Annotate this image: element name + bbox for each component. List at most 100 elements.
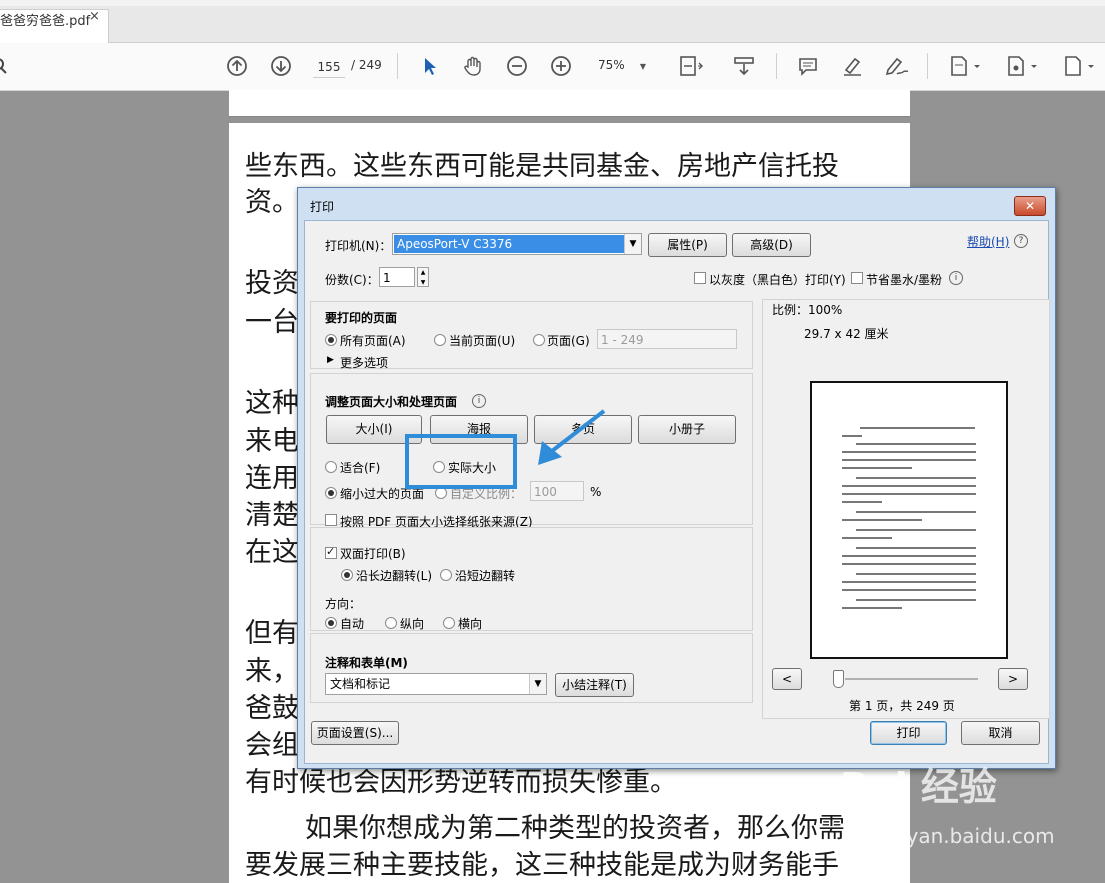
summarize-comments-button[interactable]: 小结注释(T) — [555, 673, 634, 697]
grayscale-checkbox[interactable] — [694, 272, 706, 284]
preview-slider-track[interactable] — [845, 678, 978, 680]
help-link[interactable]: 帮助(H) — [967, 233, 1009, 250]
info-icon[interactable]: i — [949, 271, 963, 285]
page-total: / 249 — [351, 58, 382, 72]
duplex-label[interactable]: 双面打印(B) — [340, 545, 406, 562]
preview-next-button[interactable]: > — [998, 668, 1028, 690]
pdf-text-line: 资。 — [245, 187, 299, 218]
radio-orient-landscape[interactable] — [443, 617, 455, 629]
chevron-down-icon[interactable]: ▼ — [636, 52, 650, 80]
sign-icon[interactable] — [882, 52, 910, 80]
radio-fit-label[interactable]: 适合(F) — [340, 459, 380, 476]
radio-orient-portrait-label[interactable]: 纵向 — [400, 615, 424, 632]
duplex-checkbox[interactable] — [325, 545, 337, 559]
fit-page-icon[interactable] — [674, 52, 710, 80]
radio-fit[interactable] — [325, 461, 337, 473]
printer-label: 打印机(N)： — [325, 239, 392, 253]
scroll-mode-icon[interactable] — [731, 52, 757, 80]
radio-all-pages-label[interactable]: 所有页面(A) — [340, 332, 406, 349]
info-icon[interactable]: i — [472, 394, 486, 408]
save-ink-checkbox[interactable] — [851, 272, 863, 284]
custom-scale-input[interactable]: 100 — [530, 481, 584, 501]
paper-source-checkbox[interactable] — [325, 514, 337, 526]
help-icon[interactable]: ? — [1014, 234, 1028, 248]
sizing-group-title: 调整页面大小和处理页面 — [325, 395, 458, 409]
printer-select[interactable]: ApeosPort-V C3376 ▼ — [392, 233, 642, 255]
chevron-down-icon: ▼ — [624, 234, 641, 254]
pdf-text-line: 如果你想成为第二种类型的投资者，那么你需 — [305, 813, 845, 844]
preview-prev-button[interactable]: < — [772, 668, 802, 690]
radio-orient-landscape-label[interactable]: 横向 — [458, 615, 482, 632]
expand-icon[interactable]: ▶ — [327, 355, 334, 365]
save-ink-label: 节省墨水/墨粉 — [866, 273, 943, 287]
search-icon[interactable] — [0, 52, 12, 80]
pdf-text-line: 来， — [245, 656, 299, 687]
watermark-logo: Bai 经验 — [840, 765, 997, 809]
page-menu-icon[interactable] — [1060, 52, 1098, 80]
previous-page-icon[interactable] — [224, 52, 250, 80]
paper-size-label: 29.7 x 42 厘米 — [804, 327, 889, 341]
print-preview-page — [810, 381, 1008, 659]
dialog-title: 打印 — [310, 200, 335, 214]
radio-current-page-label[interactable]: 当前页面(U) — [449, 332, 515, 349]
radio-flip-short-label[interactable]: 沿短边翻转 — [455, 567, 515, 584]
export-menu-icon[interactable] — [1003, 52, 1041, 80]
radio-current-page[interactable] — [434, 334, 446, 346]
zoom-level[interactable]: 75% — [598, 58, 625, 72]
copies-input[interactable]: 1 — [379, 267, 415, 287]
radio-pages[interactable] — [533, 334, 545, 346]
zoom-out-icon[interactable] — [504, 52, 530, 80]
pdf-text-line: 这种 — [245, 388, 299, 419]
toolbar: 155 / 249 75% ▼ — [0, 43, 1105, 91]
pdf-text-line: 清楚 — [245, 500, 299, 531]
tab-title[interactable]: 爸爸穷爸爸.pdf — [0, 10, 90, 29]
highlight-icon[interactable] — [840, 52, 864, 80]
radio-orient-auto-label[interactable]: 自动 — [340, 615, 364, 632]
arrow-icon — [538, 409, 606, 465]
page-range-input[interactable]: 1 - 249 — [597, 329, 737, 349]
pdf-text-line: 些东西。这些东西可能是共同基金、房地产信托投 — [245, 151, 839, 182]
pdf-text-line: 但有 — [245, 618, 299, 649]
select-tool-icon[interactable] — [418, 52, 442, 80]
preview-slider-handle[interactable] — [833, 670, 844, 688]
pages-group-title: 要打印的页面 — [325, 311, 398, 325]
percent-label: % — [590, 485, 602, 499]
print-button[interactable]: 打印 — [870, 721, 947, 745]
toolbar-divider — [397, 53, 398, 79]
document-menu-icon[interactable] — [946, 52, 984, 80]
radio-flip-short[interactable] — [440, 569, 452, 581]
copies-stepper[interactable]: ▲ ▼ — [417, 267, 429, 287]
comments-title: 注释和表单(M) — [325, 656, 408, 670]
advanced-button[interactable]: 高级(D) — [732, 233, 811, 257]
tab-close-icon[interactable]: × — [89, 9, 100, 24]
comment-icon[interactable] — [796, 52, 820, 80]
radio-flip-long[interactable] — [341, 569, 353, 581]
comments-select[interactable]: 文档和标记 ▼ — [325, 673, 547, 695]
printer-value: ApeosPort-V C3376 — [394, 235, 627, 253]
pdf-text-line: 爸鼓 — [245, 693, 299, 724]
chevron-down-icon: ▼ — [529, 674, 546, 694]
highlight-box — [405, 434, 517, 489]
radio-orient-auto[interactable] — [325, 617, 337, 629]
orientation-label: 方向： — [325, 597, 362, 611]
radio-all-pages[interactable] — [325, 334, 337, 346]
more-options-link[interactable]: 更多选项 — [340, 354, 388, 371]
tab-bar — [0, 6, 1105, 43]
pdf-text-line: 会组 — [245, 730, 299, 761]
radio-pages-label[interactable]: 页面(G) — [547, 332, 590, 349]
close-icon[interactable]: ✕ — [1014, 196, 1046, 216]
page-setup-button[interactable]: 页面设置(S)... — [311, 721, 399, 745]
zoom-in-icon[interactable] — [548, 52, 574, 80]
radio-orient-portrait[interactable] — [385, 617, 397, 629]
page-number-input[interactable]: 155 — [313, 57, 345, 78]
cancel-button[interactable]: 取消 — [961, 721, 1040, 745]
properties-button[interactable]: 属性(P) — [648, 233, 727, 257]
next-page-icon[interactable] — [268, 52, 294, 80]
pdf-text-line: 一台 — [245, 307, 299, 338]
radio-shrink[interactable] — [325, 487, 337, 499]
toolbar-divider — [776, 53, 777, 79]
hand-tool-icon[interactable] — [460, 52, 486, 80]
radio-flip-long-label[interactable]: 沿长边翻转(L) — [356, 567, 432, 584]
booklet-button[interactable]: 小册子 — [638, 415, 736, 444]
scale-label: 比例：100% — [772, 303, 843, 317]
